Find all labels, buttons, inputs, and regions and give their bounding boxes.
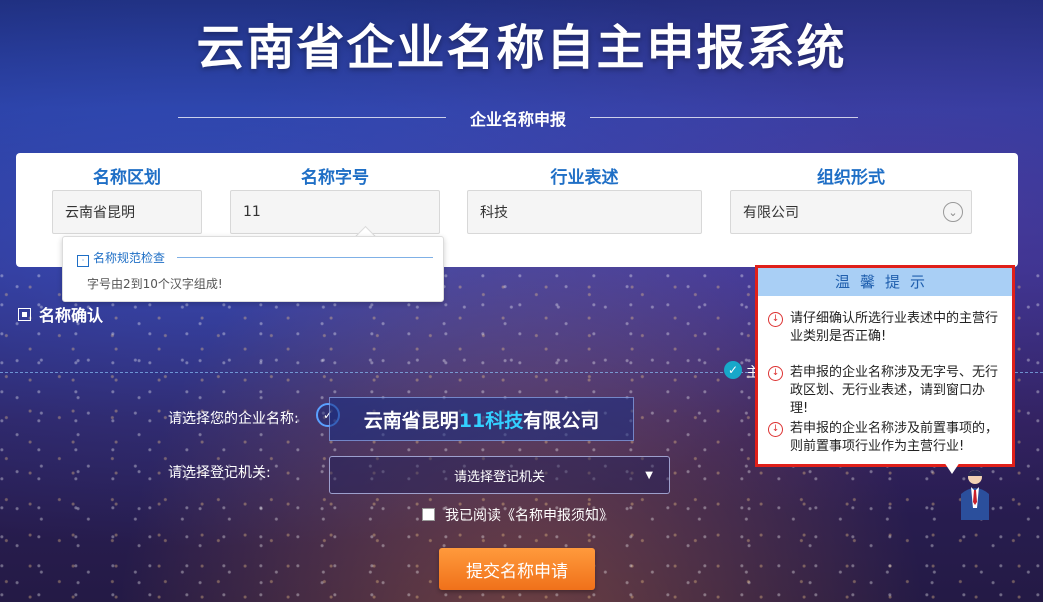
company-name-suffix: 有限公司 <box>523 409 600 432</box>
warm-tips-panel: 温馨提示 ↓ 请仔细确认所选行业表述中的主营行业类别是否正确! ↓ 若申报的企业名称… <box>755 265 1015 467</box>
authority-select[interactable]: 请选择登记机关 ▼ <box>329 456 670 494</box>
agree-checkbox[interactable] <box>422 508 435 521</box>
region-input[interactable]: 云南省昆明 <box>52 190 202 234</box>
trade-name-input[interactable]: 11 <box>230 190 440 234</box>
section-header: 企业名称申报 <box>178 106 858 130</box>
section-square-icon <box>18 308 31 321</box>
field-label: 名称区划 <box>93 168 161 188</box>
field-trade-name: 名称字号 11 <box>230 163 440 234</box>
tooltip-header: · 名称规范检查 <box>77 249 433 267</box>
section-title: 企业名称申报 <box>469 110 566 129</box>
chevron-down-icon[interactable]: ⌄ <box>943 202 963 222</box>
warm-tips-title: 温馨提示 <box>758 268 1012 296</box>
company-name-prefix: 云南省昆明 <box>363 409 459 432</box>
company-name-highlight: 11科技 <box>458 409 524 432</box>
field-region: 名称区划 云南省昆明 <box>52 163 202 234</box>
agree-text[interactable]: 我已阅读《名称申报须知》 <box>445 508 613 524</box>
field-industry: 行业表述 科技 <box>467 163 702 234</box>
authority-label: 请选择登记机关: <box>168 465 271 481</box>
check-circle-icon: ✓ <box>724 361 742 379</box>
warm-tip-item: ↓ 若申报的企业名称涉及前置事项的，则前置事项行业作为主营行业! <box>768 420 1002 456</box>
warning-icon: ↓ <box>768 366 783 381</box>
name-check-tooltip: · 名称规范检查 字号由2到10个汉字组成! <box>62 236 444 302</box>
authority-placeholder: 请选择登记机关 <box>453 469 545 485</box>
tooltip-divider <box>177 257 433 258</box>
service-agent-avatar <box>961 470 989 520</box>
field-label: 组织形式 <box>817 168 885 188</box>
warning-icon: ↓ <box>768 312 783 327</box>
divider-right <box>590 117 858 118</box>
org-form-value: 有限公司 <box>743 205 799 221</box>
field-org-form: 组织形式 有限公司 ⌄ <box>730 163 972 234</box>
warm-tip-item: ↓ 请仔细确认所选行业表述中的主营行业类别是否正确! <box>768 310 1002 346</box>
confirm-section-title: 名称确认 <box>18 302 103 326</box>
tooltip-message: 字号由2到10个汉字组成! <box>87 277 223 291</box>
confirm-title-text: 名称确认 <box>39 306 104 325</box>
warm-tip-text: 若申报的企业名称涉及前置事项的，则前置事项行业作为主营行业! <box>790 421 999 454</box>
company-name-label: 请选择您的企业名称: <box>168 411 299 427</box>
submit-button[interactable]: 提交名称申请 <box>439 548 595 590</box>
company-name-option[interactable]: 云南省昆明 11科技 有限公司 <box>329 397 634 441</box>
warning-icon: ↓ <box>768 422 783 437</box>
warm-tip-item: ↓ 若申报的企业名称涉及无字号、无行政区划、无行业表述，请到窗口办理! <box>768 364 1002 418</box>
warm-tip-text: 请仔细确认所选行业表述中的主营行业类别是否正确! <box>790 311 999 344</box>
caret-down-icon: ▼ <box>645 470 653 481</box>
warm-tip-text: 若申报的企业名称涉及无字号、无行政区划、无行业表述，请到窗口办理! <box>790 365 999 416</box>
check-square-icon: · <box>77 255 89 267</box>
page-title: 云南省企业名称自主申报系统 <box>196 20 847 76</box>
field-label: 名称字号 <box>301 168 369 188</box>
tooltip-title: 名称规范检查 <box>93 251 166 265</box>
org-form-select[interactable]: 有限公司 ⌄ <box>730 190 972 234</box>
industry-input[interactable]: 科技 <box>467 190 702 234</box>
agree-row: 我已阅读《名称申报须知》 <box>422 505 613 525</box>
field-label: 行业表述 <box>550 168 619 188</box>
